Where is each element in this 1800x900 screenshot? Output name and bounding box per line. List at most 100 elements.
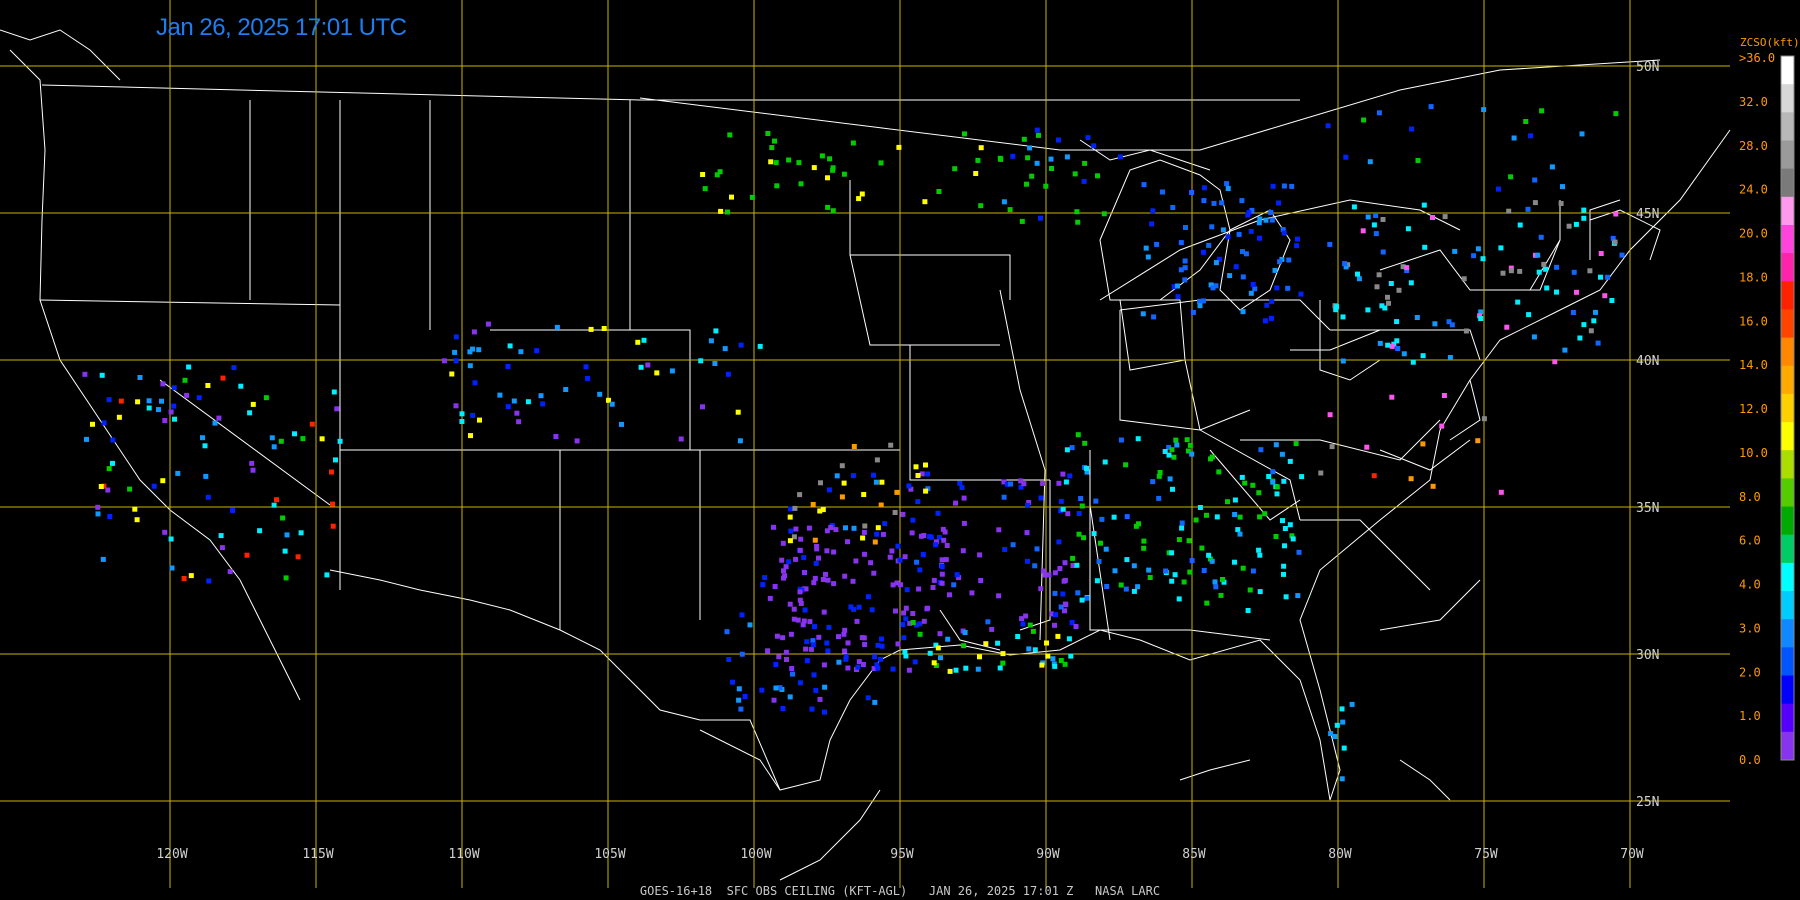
station-dot [1124, 514, 1130, 520]
station-dot [780, 635, 786, 641]
station-dot [1500, 270, 1506, 276]
station-dot [916, 586, 922, 592]
station-dot [826, 487, 832, 493]
station-dot [1030, 628, 1036, 634]
station-dot [853, 558, 859, 564]
station-dot [767, 595, 773, 601]
border-line [1179, 759, 1251, 781]
station-dot [1340, 719, 1346, 725]
station-dot [807, 619, 813, 625]
station-dot [923, 488, 929, 494]
station-dot [1079, 597, 1085, 603]
station-dot [300, 436, 306, 442]
station-dot [942, 529, 948, 535]
station-dot [944, 543, 950, 548]
legend-label: 4.0 [1739, 578, 1761, 592]
station-dot [836, 659, 842, 665]
station-dot [730, 679, 735, 685]
station-dot [507, 343, 513, 349]
station-dot [588, 326, 594, 332]
station-dot [1394, 319, 1400, 325]
station-dot [151, 483, 157, 489]
station-dot [736, 697, 742, 703]
station-dot [1570, 310, 1576, 315]
station-dot [1274, 484, 1280, 490]
station-dot [1046, 572, 1052, 578]
station-dot [1140, 311, 1146, 317]
station-dot [781, 568, 786, 574]
station-dot [702, 186, 708, 192]
station-dot [804, 639, 810, 645]
station-dot [1386, 300, 1391, 306]
station-dot [797, 680, 803, 686]
station-dot [845, 640, 851, 646]
station-dot [825, 577, 831, 583]
station-dot [1175, 283, 1180, 289]
station-dot [996, 593, 1002, 599]
station-dot [249, 460, 255, 466]
station-dot [333, 457, 338, 463]
station-dot [1176, 537, 1182, 543]
station-dot [925, 471, 931, 477]
station-dot [983, 641, 989, 647]
station-dot [459, 411, 465, 417]
station-dot [818, 480, 823, 486]
border-line [639, 59, 1661, 151]
station-dot [1141, 538, 1147, 544]
station-dot [989, 626, 995, 632]
station-dot [1170, 205, 1176, 210]
station-dot [1380, 217, 1386, 222]
legend-label: 10.0 [1739, 446, 1768, 460]
station-dot [1232, 512, 1238, 517]
station-dot [1525, 206, 1531, 212]
station-dot [1123, 462, 1129, 468]
station-dot [953, 500, 958, 506]
station-dot [635, 339, 641, 345]
station-dot [160, 478, 166, 484]
station-dot [1058, 498, 1064, 504]
station-dot [1145, 254, 1151, 260]
station-dot [700, 172, 706, 177]
station-dot [923, 462, 928, 468]
station-dot [1029, 173, 1035, 179]
station-dot [1214, 514, 1220, 520]
station-dot [851, 525, 857, 531]
station-dot [933, 542, 939, 548]
station-dot [654, 370, 660, 376]
legend-swatch [1781, 506, 1794, 536]
station-dot [725, 371, 731, 377]
station-dot [1181, 579, 1187, 585]
station-dot [1327, 412, 1333, 418]
station-dot [969, 590, 975, 596]
station-dot [1197, 303, 1203, 309]
station-dot [1052, 570, 1058, 576]
station-dot [1058, 658, 1064, 663]
station-dot [718, 208, 724, 214]
station-dot [106, 397, 112, 403]
station-dot [1093, 498, 1099, 504]
legend-label: 3.0 [1739, 621, 1761, 635]
station-dot [1001, 199, 1007, 205]
station-dot [811, 672, 817, 678]
legend-label: 8.0 [1739, 490, 1761, 504]
station-dot [1143, 245, 1149, 251]
station-dot [1280, 518, 1285, 524]
station-dot [330, 523, 336, 529]
station-dot [912, 659, 918, 665]
station-dot [1605, 274, 1611, 280]
station-dot [1257, 552, 1263, 558]
station-dot [1536, 269, 1542, 275]
station-dot [868, 560, 874, 566]
station-dot [855, 664, 861, 670]
station-dot [1541, 261, 1547, 267]
station-dot [1169, 447, 1175, 453]
station-dot [874, 531, 880, 537]
station-dot [283, 575, 289, 581]
station-dot [1250, 568, 1256, 574]
station-dot [1025, 558, 1030, 564]
station-dot [146, 398, 152, 404]
station-dot [738, 706, 744, 712]
station-dot [331, 389, 337, 395]
station-dot [1123, 586, 1129, 592]
station-dot [1189, 190, 1195, 195]
